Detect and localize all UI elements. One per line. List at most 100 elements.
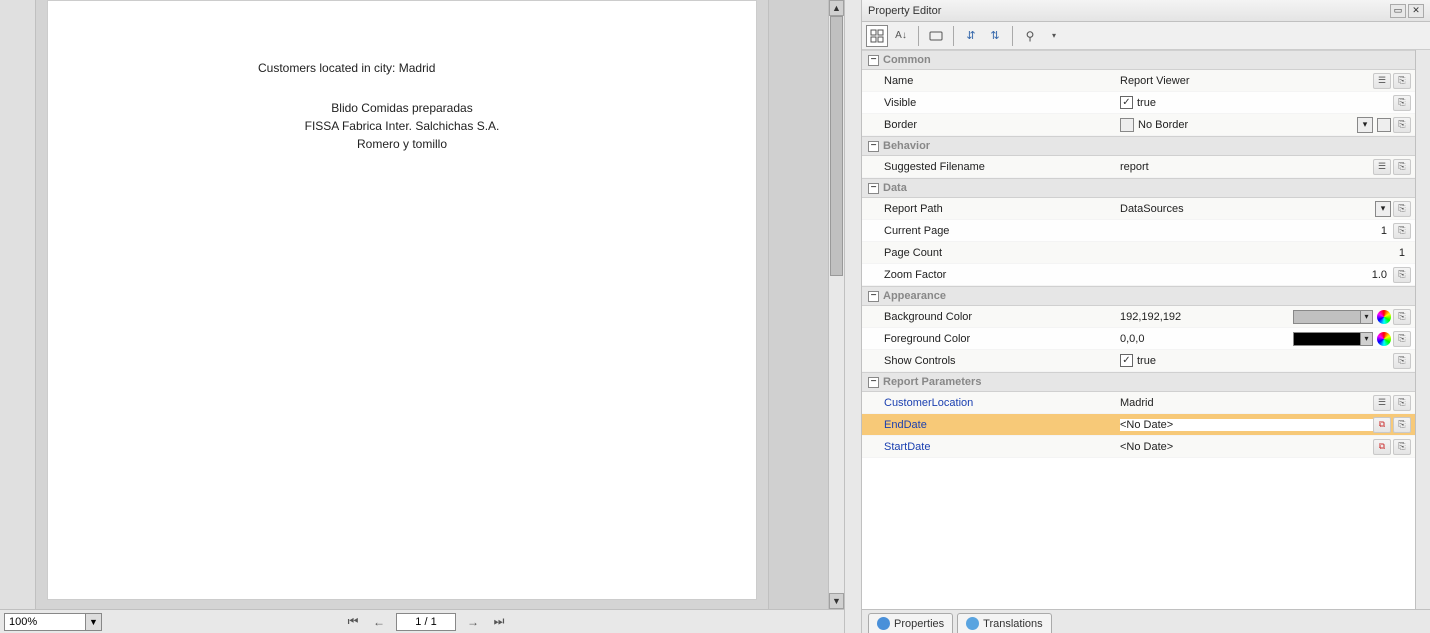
bind-icon[interactable]: ⎘ [1393,73,1411,89]
bind-icon[interactable]: ⎘ [1393,417,1411,433]
prev-page-button[interactable]: ← [370,613,388,631]
section-behavior[interactable]: − Behavior [862,136,1415,156]
bind-icon[interactable]: ⎘ [1393,331,1411,347]
prop-row-current-page[interactable]: Current Page 1 ⎘ [862,220,1415,242]
prop-row-end-date[interactable]: EndDate <No Date> ⧉⎘ [862,414,1415,436]
zoom-value[interactable]: 100% [5,616,85,628]
page-indicator[interactable]: 1 / 1 [396,613,456,631]
scroll-down-icon[interactable]: ▼ [829,593,844,609]
section-data[interactable]: − Data [862,178,1415,198]
bind-icon[interactable]: ⎘ [1393,353,1411,369]
color-swatch[interactable]: ▾ [1293,310,1373,324]
prop-value[interactable]: ✓ true [1120,96,1393,109]
checkbox-checked-icon[interactable]: ✓ [1120,96,1133,109]
prop-row-start-date[interactable]: StartDate <No Date> ⧉⎘ [862,436,1415,458]
prop-value[interactable]: No Border ▾ [1120,117,1393,133]
show-events-button[interactable] [925,25,947,47]
prop-label: Visible [862,97,1120,109]
prop-value[interactable]: <No Date> [1120,441,1373,453]
scroll-up-icon[interactable]: ▲ [829,0,844,16]
prop-value[interactable]: Madrid [1120,397,1373,409]
prop-value[interactable]: 0,0,0 ▾ [1120,332,1393,346]
prop-label[interactable]: EndDate [862,419,1120,431]
prop-row-report-path[interactable]: Report Path DataSources ▾ ⎘ [862,198,1415,220]
alphabetical-view-button[interactable]: A↓ [890,25,912,47]
list-edit-icon[interactable]: ☰ [1373,395,1391,411]
prop-row-background-color[interactable]: Background Color 192,192,192 ▾ ⎘ [862,306,1415,328]
last-page-button[interactable]: ⏭ [490,613,508,631]
prop-value[interactable]: <No Date> [1120,419,1373,431]
first-page-button[interactable]: ⏮ [344,613,362,631]
maximize-button[interactable]: ▭ [1390,4,1406,18]
list-edit-icon[interactable]: ☰ [1373,159,1391,175]
prop-value[interactable]: 1.0 [1120,269,1393,281]
list-edit-icon[interactable]: ☰ [1373,73,1391,89]
property-grid[interactable]: − Common Name Report Viewer ☰⎘ Visible ✓… [862,50,1415,609]
tab-properties[interactable]: Properties [868,613,953,633]
prop-label[interactable]: CustomerLocation [862,397,1120,409]
bind-icon[interactable]: ⎘ [1393,201,1411,217]
section-appearance[interactable]: − Appearance [862,286,1415,306]
prop-value[interactable]: report [1120,161,1373,173]
color-swatch[interactable]: ▾ [1293,332,1373,346]
report-line: Blido Comidas preparadas [88,101,716,115]
border-edit-icon[interactable] [1377,118,1391,132]
prop-row-name[interactable]: Name Report Viewer ☰⎘ [862,70,1415,92]
bind-icon[interactable]: ⎘ [1393,95,1411,111]
categorized-view-button[interactable] [866,25,888,47]
bind-icon[interactable]: ⎘ [1393,267,1411,283]
zoom-dropdown-icon[interactable]: ▼ [85,614,101,630]
collapse-toggle-icon[interactable]: − [868,55,879,66]
prop-row-show-controls[interactable]: Show Controls ✓ true ⎘ [862,350,1415,372]
collapse-toggle-icon[interactable]: − [868,183,879,194]
scroll-track[interactable] [829,16,844,593]
date-picker-icon[interactable]: ⧉ [1373,417,1391,433]
prop-row-visible[interactable]: Visible ✓ true ⎘ [862,92,1415,114]
page-area[interactable]: Customers located in city: Madrid Blido … [36,0,768,609]
prop-row-suggested-filename[interactable]: Suggested Filename report ☰⎘ [862,156,1415,178]
date-picker-icon[interactable]: ⧉ [1373,439,1391,455]
expand-all-button[interactable]: ⇵ [960,25,982,47]
viewer-scrollbar[interactable]: ▲ ▼ [828,0,844,609]
bind-icon[interactable]: ⎘ [1393,117,1411,133]
prop-value[interactable]: Report Viewer [1120,75,1373,87]
bind-icon[interactable]: ⎘ [1393,309,1411,325]
prop-row-foreground-color[interactable]: Foreground Color 0,0,0 ▾ ⎘ [862,328,1415,350]
prop-value[interactable]: ✓ true [1120,354,1393,367]
prop-value[interactable]: 192,192,192 ▾ [1120,310,1393,324]
bind-icon[interactable]: ⎘ [1393,395,1411,411]
prop-label[interactable]: StartDate [862,441,1120,453]
property-editor-titlebar[interactable]: Property Editor ▭ ✕ [862,0,1430,22]
color-chooser-icon[interactable] [1377,310,1391,324]
prop-value[interactable]: 1 [1120,225,1393,237]
prop-row-zoom-factor[interactable]: Zoom Factor 1.0 ⎘ [862,264,1415,286]
section-common[interactable]: − Common [862,50,1415,70]
prop-row-border[interactable]: Border No Border ▾ ⎘ [862,114,1415,136]
prop-value[interactable]: DataSources ▾ [1120,201,1393,217]
dropdown-icon[interactable]: ▾ [1375,201,1391,217]
checkbox-checked-icon[interactable]: ✓ [1120,354,1133,367]
collapse-toggle-icon[interactable]: − [868,291,879,302]
dropdown-icon[interactable]: ▾ [1360,333,1372,345]
prop-row-page-count[interactable]: Page Count 1 [862,242,1415,264]
color-chooser-icon[interactable] [1377,332,1391,346]
bind-icon[interactable]: ⎘ [1393,223,1411,239]
bind-icon[interactable]: ⎘ [1393,439,1411,455]
border-preview-icon [1120,118,1134,132]
filter-button[interactable]: ⚲ [1019,25,1041,47]
filter-dropdown-button[interactable]: ▾ [1043,25,1065,47]
close-button[interactable]: ✕ [1408,4,1424,18]
collapse-all-button[interactable]: ⇅ [984,25,1006,47]
scroll-thumb[interactable] [830,16,843,276]
dropdown-icon[interactable]: ▾ [1360,311,1372,323]
collapse-toggle-icon[interactable]: − [868,141,879,152]
collapse-toggle-icon[interactable]: − [868,377,879,388]
property-scrollbar[interactable] [1415,50,1430,609]
section-report-parameters[interactable]: − Report Parameters [862,372,1415,392]
tab-translations[interactable]: Translations [957,613,1052,633]
bind-icon[interactable]: ⎘ [1393,159,1411,175]
prop-row-customer-location[interactable]: CustomerLocation Madrid ☰⎘ [862,392,1415,414]
dropdown-icon[interactable]: ▾ [1357,117,1373,133]
zoom-combo[interactable]: 100% ▼ [4,613,102,631]
next-page-button[interactable]: → [464,613,482,631]
